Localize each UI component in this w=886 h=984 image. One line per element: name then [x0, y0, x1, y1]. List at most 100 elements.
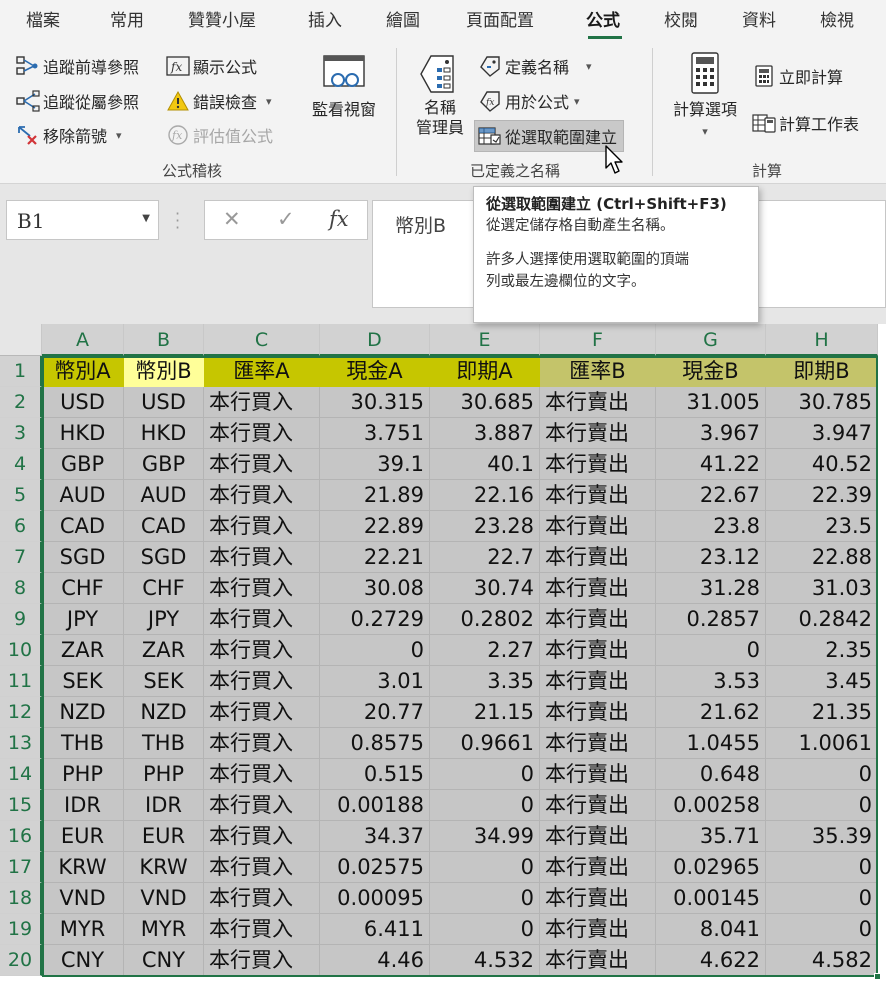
- row-header-12[interactable]: 12: [0, 697, 42, 728]
- calculation-options-button[interactable]: 計算選項 ▾: [666, 52, 744, 142]
- table-cell[interactable]: 3.967: [656, 418, 766, 449]
- table-cell[interactable]: 本行買入: [204, 387, 320, 418]
- table-cell[interactable]: SGD: [124, 542, 204, 573]
- tab-0[interactable]: 檔案: [26, 6, 60, 31]
- header-cell[interactable]: 即期B: [766, 356, 878, 387]
- row-header-9[interactable]: 9: [0, 604, 42, 635]
- table-cell[interactable]: GBP: [42, 449, 124, 480]
- header-cell[interactable]: 匯率B: [540, 356, 656, 387]
- tab-6[interactable]: 公式: [586, 6, 620, 31]
- table-cell[interactable]: USD: [124, 387, 204, 418]
- table-cell[interactable]: 本行買入: [204, 728, 320, 759]
- table-cell[interactable]: 3.01: [320, 666, 430, 697]
- table-cell[interactable]: 0.2842: [766, 604, 878, 635]
- table-cell[interactable]: KRW: [124, 852, 204, 883]
- table-cell[interactable]: NZD: [124, 697, 204, 728]
- table-cell[interactable]: 本行買入: [204, 573, 320, 604]
- table-cell[interactable]: 0.2857: [656, 604, 766, 635]
- table-cell[interactable]: 本行賣出: [540, 821, 656, 852]
- table-cell[interactable]: VND: [124, 883, 204, 914]
- table-cell[interactable]: NZD: [42, 697, 124, 728]
- row-header-10[interactable]: 10: [0, 635, 42, 666]
- table-cell[interactable]: 30.315: [320, 387, 430, 418]
- table-cell[interactable]: CNY: [42, 945, 124, 976]
- row-header-6[interactable]: 6: [0, 511, 42, 542]
- show-formulas-button[interactable]: fx 顯示公式: [166, 54, 257, 78]
- table-cell[interactable]: 0: [766, 914, 878, 945]
- table-cell[interactable]: 3.45: [766, 666, 878, 697]
- table-cell[interactable]: 本行賣出: [540, 604, 656, 635]
- table-cell[interactable]: 39.1: [320, 449, 430, 480]
- table-cell[interactable]: EUR: [42, 821, 124, 852]
- table-cell[interactable]: 本行賣出: [540, 852, 656, 883]
- tab-2[interactable]: 贊贊小屋: [188, 6, 256, 31]
- row-header-1[interactable]: 1: [0, 356, 42, 387]
- table-cell[interactable]: ZAR: [42, 635, 124, 666]
- table-cell[interactable]: 23.28: [430, 511, 540, 542]
- table-cell[interactable]: HKD: [124, 418, 204, 449]
- table-cell[interactable]: SGD: [42, 542, 124, 573]
- column-header-C[interactable]: C: [204, 324, 320, 356]
- table-cell[interactable]: AUD: [42, 480, 124, 511]
- table-cell[interactable]: 本行賣出: [540, 418, 656, 449]
- table-cell[interactable]: 0.648: [656, 759, 766, 790]
- table-cell[interactable]: 0.02965: [656, 852, 766, 883]
- table-cell[interactable]: 本行買入: [204, 604, 320, 635]
- table-cell[interactable]: 本行買入: [204, 449, 320, 480]
- table-cell[interactable]: 0.00095: [320, 883, 430, 914]
- row-header-19[interactable]: 19: [0, 914, 42, 945]
- table-cell[interactable]: 本行買入: [204, 511, 320, 542]
- table-cell[interactable]: 30.74: [430, 573, 540, 604]
- table-cell[interactable]: 本行買入: [204, 697, 320, 728]
- table-cell[interactable]: HKD: [42, 418, 124, 449]
- table-cell[interactable]: 22.39: [766, 480, 878, 511]
- table-cell[interactable]: MYR: [42, 914, 124, 945]
- tab-5[interactable]: 頁面配置: [466, 6, 534, 31]
- table-cell[interactable]: PHP: [124, 759, 204, 790]
- table-cell[interactable]: 本行買入: [204, 790, 320, 821]
- table-cell[interactable]: ZAR: [124, 635, 204, 666]
- row-header-7[interactable]: 7: [0, 542, 42, 573]
- table-cell[interactable]: 3.947: [766, 418, 878, 449]
- table-cell[interactable]: 本行賣出: [540, 666, 656, 697]
- row-header-2[interactable]: 2: [0, 387, 42, 418]
- table-cell[interactable]: 40.1: [430, 449, 540, 480]
- table-cell[interactable]: 41.22: [656, 449, 766, 480]
- header-cell[interactable]: 現金A: [320, 356, 430, 387]
- table-cell[interactable]: 0.9661: [430, 728, 540, 759]
- table-cell[interactable]: 本行買入: [204, 635, 320, 666]
- table-cell[interactable]: 34.37: [320, 821, 430, 852]
- table-cell[interactable]: 0: [766, 852, 878, 883]
- table-cell[interactable]: KRW: [42, 852, 124, 883]
- table-cell[interactable]: GBP: [124, 449, 204, 480]
- table-cell[interactable]: 22.7: [430, 542, 540, 573]
- table-cell[interactable]: 3.751: [320, 418, 430, 449]
- table-cell[interactable]: 0: [766, 759, 878, 790]
- table-cell[interactable]: SEK: [42, 666, 124, 697]
- table-cell[interactable]: 31.28: [656, 573, 766, 604]
- table-cell[interactable]: 2.35: [766, 635, 878, 666]
- table-cell[interactable]: 21.89: [320, 480, 430, 511]
- name-box[interactable]: B1 ▼: [6, 200, 159, 240]
- table-cell[interactable]: 22.21: [320, 542, 430, 573]
- table-cell[interactable]: 本行買入: [204, 480, 320, 511]
- table-cell[interactable]: CAD: [42, 511, 124, 542]
- table-cell[interactable]: 本行賣出: [540, 449, 656, 480]
- table-cell[interactable]: 3.35: [430, 666, 540, 697]
- tab-3[interactable]: 插入: [308, 6, 342, 31]
- table-cell[interactable]: 22.88: [766, 542, 878, 573]
- table-cell[interactable]: 本行賣出: [540, 883, 656, 914]
- table-cell[interactable]: 0.2729: [320, 604, 430, 635]
- table-cell[interactable]: 35.71: [656, 821, 766, 852]
- table-cell[interactable]: 4.532: [430, 945, 540, 976]
- table-cell[interactable]: 本行賣出: [540, 480, 656, 511]
- table-cell[interactable]: 20.77: [320, 697, 430, 728]
- table-cell[interactable]: 0.00188: [320, 790, 430, 821]
- header-cell[interactable]: 幣別A: [42, 356, 124, 387]
- define-name-button[interactable]: 定義名稱 ▾: [478, 54, 592, 78]
- table-cell[interactable]: 0.515: [320, 759, 430, 790]
- table-cell[interactable]: 本行買入: [204, 542, 320, 573]
- table-cell[interactable]: PHP: [42, 759, 124, 790]
- remove-arrows-button[interactable]: 移除箭號 ▾: [16, 123, 122, 147]
- table-cell[interactable]: 31.03: [766, 573, 878, 604]
